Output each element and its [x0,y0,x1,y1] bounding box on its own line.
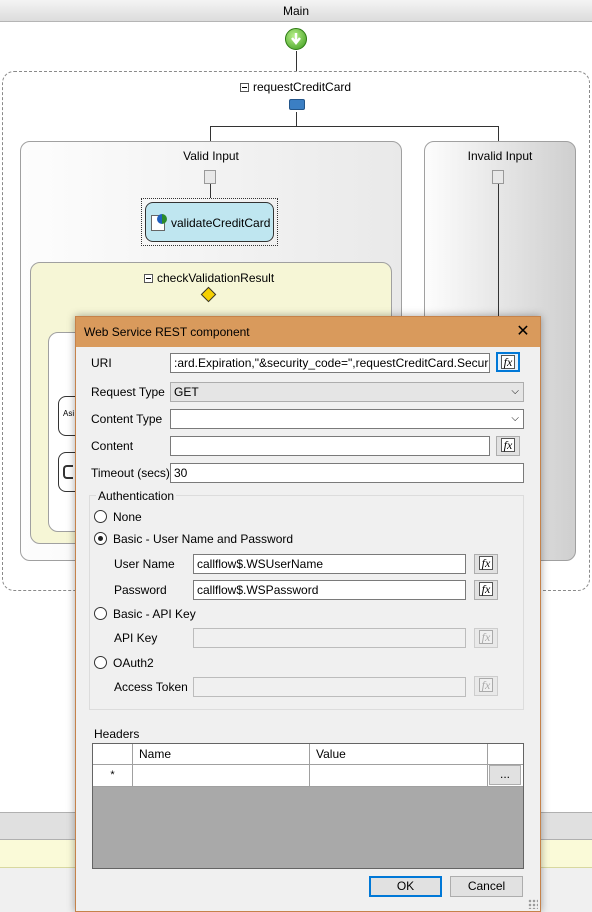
card-icon [289,99,305,110]
auth-basic-user-radio[interactable] [94,532,107,545]
request-type-select[interactable]: GET ⌵ [170,382,524,402]
auth-none-label: None [113,510,142,524]
timeout-field[interactable]: 30 [170,463,524,483]
auth-basic-user-label: Basic - User Name and Password [113,532,294,546]
apikey-field[interactable] [193,628,466,648]
auth-oauth2-label: OAuth2 [113,656,154,670]
password-label: Password [114,583,167,597]
new-row-marker: * [93,765,133,787]
phone-icon [63,465,73,479]
ok-button[interactable]: OK [369,876,442,897]
content-label: Content [91,439,134,453]
fx-icon: fx [478,556,494,570]
password-fx-button[interactable]: fx [474,580,498,600]
uri-field[interactable]: :ard.Expiration,"&security_code=",reques… [170,353,490,373]
content-type-label: Content Type [91,412,163,426]
content-type-select[interactable]: ⌵ [170,409,524,429]
window-title: Main [0,0,592,22]
uri-label: URI [91,356,112,370]
auth-oauth2-radio[interactable] [94,656,107,669]
start-node-icon[interactable] [285,28,307,50]
column-header-value[interactable]: Value [310,744,488,765]
access-token-field[interactable] [193,677,466,697]
close-icon[interactable]: ✕ [512,321,534,343]
valid-branch-title: Valid Input [183,149,239,163]
apikey-fx-button[interactable]: fx [474,628,498,648]
fx-icon: fx [500,355,516,369]
headers-grid[interactable]: Name Value * ... [92,743,524,869]
grid-corner-header [93,744,133,765]
dialog-title: Web Service REST component [84,325,250,339]
fx-icon: fx [478,582,494,596]
apikey-label: API Key [114,631,158,645]
access-token-fx-button[interactable]: fx [474,676,498,696]
timeout-label: Timeout (secs) [91,466,170,480]
dialog-titlebar[interactable]: Web Service REST component ✕ [76,317,540,347]
rest-component-dialog: Web Service REST component ✕ URI :ard.Ex… [75,316,541,912]
password-field[interactable]: callflow$.WSPassword [193,580,466,600]
new-row-name-cell[interactable] [133,765,310,787]
activity-label: validateCreditCard [171,216,271,230]
username-fx-button[interactable]: fx [474,554,498,574]
content-field[interactable] [170,436,490,456]
new-row-value-cell[interactable] [310,765,488,787]
collapse-icon[interactable] [144,274,153,284]
request-scope-title: requestCreditCard [253,80,352,94]
request-type-label: Request Type [91,385,165,399]
chevron-down-icon: ⌵ [511,386,519,397]
username-field[interactable]: callflow$.WSUserName [193,554,466,574]
merge-icon [204,170,216,184]
header-ellipsis-button[interactable]: ... [489,765,521,785]
access-token-label: Access Token [114,680,188,694]
activity-icon [151,214,167,231]
content-fx-button[interactable]: fx [496,436,520,456]
headers-label: Headers [94,727,140,741]
fx-icon: fx [478,630,494,644]
invalid-branch-title: Invalid Input [467,149,533,163]
username-label: User Name [114,557,175,571]
uri-fx-button[interactable]: fx [496,352,520,372]
collapse-icon[interactable] [240,83,249,93]
validate-credit-card-activity[interactable]: validateCreditCard [145,202,274,242]
cancel-button[interactable]: Cancel [450,876,523,897]
check-scope-title: checkValidationResult [157,271,275,285]
auth-none-radio[interactable] [94,510,107,523]
fx-icon: fx [478,678,494,692]
authentication-legend: Authentication [96,489,177,503]
chevron-down-icon: ⌵ [511,413,519,424]
auth-apikey-radio[interactable] [94,607,107,620]
column-header-name[interactable]: Name [133,744,310,765]
resize-grip-icon[interactable] [528,899,538,909]
fx-icon: fx [500,438,516,452]
column-header-action [488,744,523,765]
merge-icon [492,170,504,184]
auth-apikey-option-label: Basic - API Key [113,607,196,621]
